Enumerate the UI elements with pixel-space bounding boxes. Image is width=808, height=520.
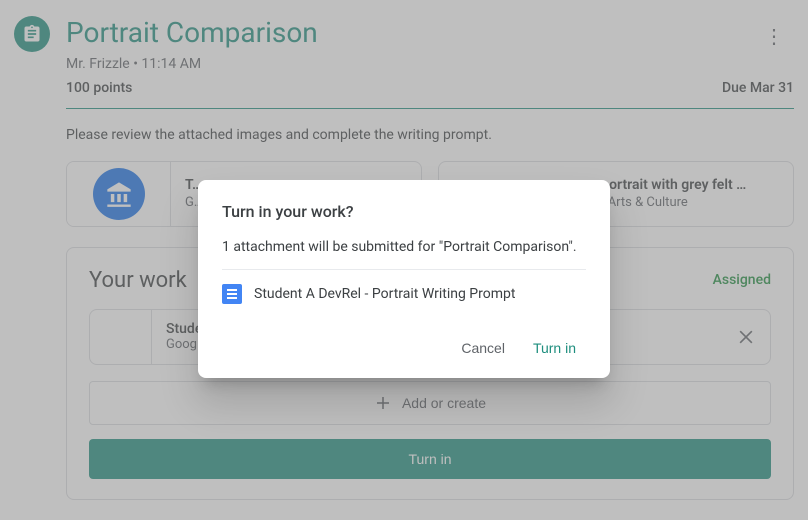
cancel-button[interactable]: Cancel: [451, 332, 515, 364]
confirm-turn-in-button[interactable]: Turn in: [523, 332, 586, 364]
modal-overlay[interactable]: Turn in your work? 1 attachment will be …: [0, 0, 808, 520]
dialog-attachment-name: Student A DevRel - Portrait Writing Prom…: [254, 286, 515, 302]
turn-in-dialog: Turn in your work? 1 attachment will be …: [198, 180, 610, 378]
dialog-attachment-row: Student A DevRel - Portrait Writing Prom…: [222, 284, 586, 304]
dialog-divider: [222, 269, 586, 270]
dialog-description: 1 attachment will be submitted for "Port…: [222, 239, 586, 255]
dialog-title: Turn in your work?: [222, 202, 586, 221]
google-docs-icon: [222, 284, 242, 304]
